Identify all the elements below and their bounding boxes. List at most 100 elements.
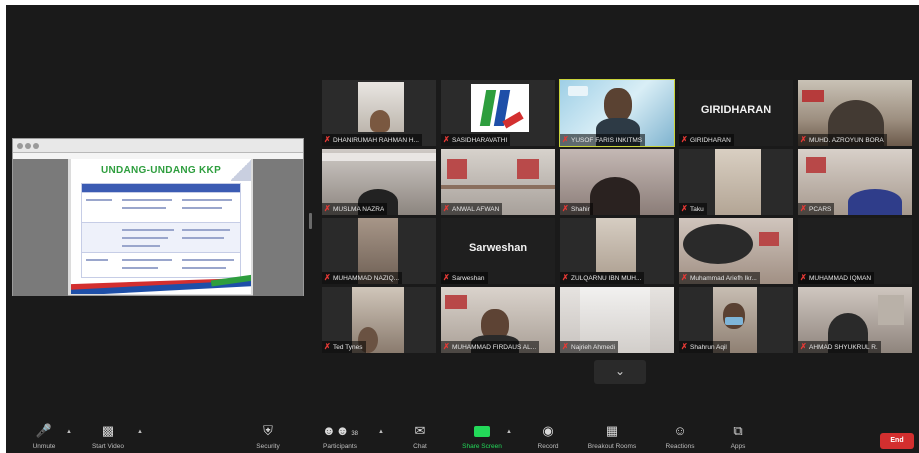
participant-name: Najrieh Ahmedi xyxy=(571,343,616,351)
muted-mic-icon: ✗ xyxy=(443,135,450,144)
unmute-label: Unmute xyxy=(32,443,56,450)
start-video-button[interactable]: ▩ Start Video xyxy=(78,423,138,453)
participant-tile[interactable]: ✗ MUSLMA NAZRA xyxy=(322,149,436,215)
video-options-chevron-up-icon[interactable]: ▲ xyxy=(137,429,143,435)
participant-name: Sarweshan xyxy=(452,274,485,282)
share-screen-button[interactable]: Share Screen xyxy=(452,423,512,453)
shared-window-left-pane xyxy=(13,159,68,296)
participant-name: Ted Tynes xyxy=(333,343,363,351)
participant-tile[interactable]: ✗ DHANIRUMAH RAHMAN H... xyxy=(322,80,436,146)
participant-name: MUHAMMAD FIRDAUS AL... xyxy=(452,343,537,351)
participant-tile[interactable]: ✗ Ted Tynes xyxy=(322,287,436,353)
muted-mic-icon: ✗ xyxy=(800,135,807,144)
reactions-button[interactable]: ☺ Reactions xyxy=(650,423,710,453)
share-options-chevron-up-icon[interactable]: ▲ xyxy=(506,429,512,435)
participant-name: GIRIDHARAN xyxy=(690,136,731,144)
shared-window-titlebar xyxy=(13,139,303,153)
participant-name: PCARS xyxy=(809,205,832,213)
chat-icon: ✉ xyxy=(414,423,426,438)
muted-mic-icon: 🎤 xyxy=(35,423,53,438)
apps-label: Apps xyxy=(730,443,746,450)
muted-mic-icon: ✗ xyxy=(681,135,688,144)
muted-mic-icon: ✗ xyxy=(324,204,331,213)
chat-label: Chat xyxy=(413,443,427,450)
slide-table-header xyxy=(82,184,240,192)
muted-mic-icon: ✗ xyxy=(324,135,331,144)
breakout-rooms-label: Breakout Rooms xyxy=(587,443,637,450)
participant-tile[interactable]: ✗ SASIDHARAVATHI xyxy=(441,80,555,146)
split-view-handle[interactable] xyxy=(309,213,312,229)
participant-tile[interactable]: ✗ MUHAMMAD FIRDAUS AL... xyxy=(441,287,555,353)
participant-name: Taku xyxy=(690,205,704,213)
share-screen-icon xyxy=(452,423,512,439)
participant-tile[interactable]: ✗ Shahrun Aqil xyxy=(679,287,793,353)
participant-tile[interactable]: ✗ ZULQARNU IBN MUH... xyxy=(560,218,674,284)
end-meeting-button[interactable]: End xyxy=(880,433,914,449)
security-button[interactable]: ⛨ Security xyxy=(238,423,298,453)
participant-tile-active-speaker[interactable]: ✗ YUSOF FARIS INKITMS xyxy=(559,79,675,147)
participant-tile[interactable]: Sarweshan ✗ Sarweshan xyxy=(441,218,555,284)
share-screen-label: Share Screen xyxy=(462,443,502,450)
participant-display-name: GIRIDHARAN xyxy=(700,104,772,116)
slide-table-row xyxy=(82,252,240,278)
participants-button[interactable]: ☻☻ 38 Participants xyxy=(310,423,370,453)
participant-tile[interactable]: ✗ AHMAD SHYUKRUL R. xyxy=(798,287,912,353)
participant-name: Shahrun Aqil xyxy=(690,343,727,351)
slide-table xyxy=(81,183,241,278)
muted-mic-icon: ✗ xyxy=(443,273,450,282)
participant-tile[interactable]: ✗ Najrieh Ahmedi xyxy=(560,287,674,353)
apps-button[interactable]: ⧉ Apps xyxy=(708,423,768,453)
participants-count: 38 xyxy=(351,431,359,437)
participant-name: MUHAMMAD IQMAN xyxy=(809,274,872,282)
slide-table-row xyxy=(82,192,240,222)
video-off-icon: ▩ xyxy=(101,423,115,438)
record-button[interactable]: ◉ Record xyxy=(518,423,578,453)
record-icon: ◉ xyxy=(542,423,554,438)
participant-tile[interactable]: ✗ ANWAL AFWAN xyxy=(441,149,555,215)
muted-mic-icon: ✗ xyxy=(800,273,807,282)
meeting-area: UNDANG-UNDANG KKP ✗ DHANIRUMAH RAHMAN H.… xyxy=(6,5,919,453)
chat-button[interactable]: ✉ Chat xyxy=(390,423,450,453)
apps-icon: ⧉ xyxy=(733,423,743,438)
breakout-rooms-icon: ▦ xyxy=(605,423,619,438)
zoom-window: UNDANG-UNDANG KKP ✗ DHANIRUMAH RAHMAN H.… xyxy=(0,0,919,453)
participant-name: ZULQARNU IBN MUH... xyxy=(571,274,642,282)
participant-tile[interactable]: ✗ Taku xyxy=(679,149,793,215)
muted-mic-icon: ✗ xyxy=(443,204,450,213)
breakout-rooms-button[interactable]: ▦ Breakout Rooms xyxy=(582,423,642,453)
participant-tile[interactable]: ✗ Muhammad Ariefh Ikr... xyxy=(679,218,793,284)
slide-title: UNDANG-UNDANG KKP xyxy=(100,165,222,176)
participant-display-name: Sarweshan xyxy=(468,242,528,254)
participant-tile[interactable]: ✗ PCARS xyxy=(798,149,912,215)
muted-mic-icon: ✗ xyxy=(562,342,569,351)
participant-tile[interactable]: ✗ MUHAMMAD IQMAN xyxy=(798,218,912,284)
participant-name: MUSLMA NAZRA xyxy=(333,205,385,213)
window-dot xyxy=(33,143,39,149)
audio-options-chevron-up-icon[interactable]: ▲ xyxy=(66,429,72,435)
muted-mic-icon: ✗ xyxy=(800,204,807,213)
participant-name: Muhammad Ariefh Ikr... xyxy=(690,274,757,282)
participant-name: Shahir xyxy=(571,205,590,213)
muted-mic-icon: ✗ xyxy=(562,204,569,213)
participant-tile[interactable]: ✗ Shahir xyxy=(560,149,674,215)
participants-label: Participants xyxy=(323,443,357,450)
participants-icon: ☻☻ 38 xyxy=(321,423,359,438)
participant-tile[interactable]: ✗ MUHD. AZROYUN BORA xyxy=(798,80,912,146)
shield-icon: ⛨ xyxy=(263,423,273,438)
muted-mic-icon: ✗ xyxy=(681,204,688,213)
reactions-label: Reactions xyxy=(665,443,695,450)
participants-options-chevron-up-icon[interactable]: ▲ xyxy=(378,429,384,435)
shared-screen[interactable]: UNDANG-UNDANG KKP xyxy=(12,138,304,296)
participant-tile[interactable]: ✗ MUHAMMAD NAZIQ... xyxy=(322,218,436,284)
muted-mic-icon: ✗ xyxy=(443,342,450,351)
unmute-button[interactable]: 🎤 Unmute xyxy=(14,423,74,453)
muted-mic-icon: ✗ xyxy=(681,273,688,282)
muted-mic-icon: ✗ xyxy=(324,342,331,351)
participant-name: MUHD. AZROYUN BORA xyxy=(809,136,884,144)
participant-name: DHANIRUMAH RAHMAN H... xyxy=(333,136,419,144)
participant-tile[interactable]: GIRIDHARAN ✗ GIRIDHARAN xyxy=(679,80,793,146)
gallery-next-page-chevron-down-icon[interactable]: ⌄ xyxy=(594,360,646,384)
participant-name: MUHAMMAD NAZIQ... xyxy=(333,274,400,282)
start-video-label: Start Video xyxy=(91,443,125,450)
participant-name: AHMAD SHYUKRUL R. xyxy=(809,343,878,351)
